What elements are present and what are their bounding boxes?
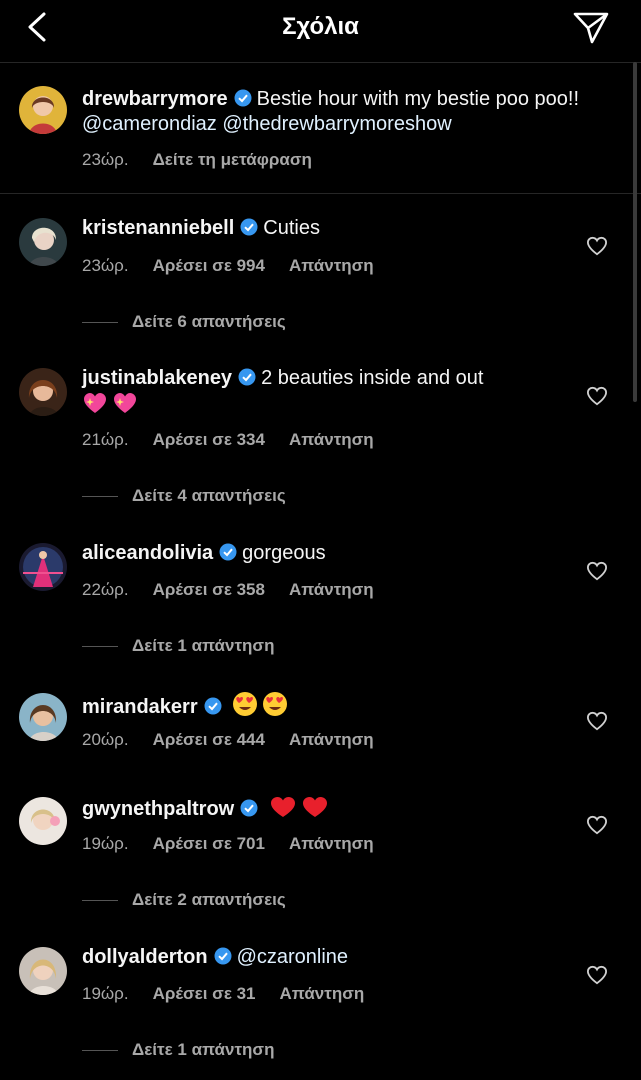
replies-divider	[82, 1050, 118, 1052]
avatar-dollyalderton[interactable]	[19, 947, 67, 995]
verified-badge-icon	[234, 89, 252, 107]
view-replies-label: Δείτε 4 απαντήσεις	[132, 486, 286, 505]
heart-outline-icon[interactable]	[586, 711, 608, 731]
comment-username[interactable]: aliceandolivia	[82, 542, 213, 564]
red-heart-emoji-icon	[302, 797, 327, 817]
comment-text: justinablakeney 2 beauties inside and out	[82, 366, 582, 418]
timestamp: 20ώρ.	[82, 730, 129, 749]
caption-text: drewbarrymore Bestie hour with my bestie …	[82, 87, 582, 137]
verified-badge-icon	[204, 697, 222, 715]
view-replies-button[interactable]: Δείτε 4 απαντήσεις	[82, 486, 286, 506]
view-replies-button[interactable]: Δείτε 1 απάντηση	[82, 636, 274, 656]
comment-text: kristenanniebell Cuties	[82, 216, 582, 241]
heart-outline-icon[interactable]	[586, 386, 608, 406]
comment-body: Cuties	[263, 217, 320, 239]
comment-meta: 19ώρ. Αρέσει σε 31 Απάντηση	[82, 984, 388, 1004]
comment-meta: 22ώρ. Αρέσει σε 358 Απάντηση	[82, 580, 398, 600]
replies-divider	[82, 322, 118, 324]
avatar-aliceandolivia[interactable]	[19, 543, 67, 591]
likes-count-button[interactable]: Αρέσει σε 444	[153, 730, 265, 749]
view-replies-label: Δείτε 2 απαντήσεις	[132, 890, 286, 909]
reply-button[interactable]: Απάντηση	[289, 834, 374, 853]
avatar-justinablakeney[interactable]	[19, 368, 67, 416]
caption-body: Bestie hour with my bestie poo poo!!	[256, 88, 580, 110]
scrollbar[interactable]	[633, 62, 637, 402]
verified-badge-icon	[240, 218, 258, 236]
page-title: Σχόλια	[282, 13, 359, 40]
comment-meta: 20ώρ. Αρέσει σε 444 Απάντηση	[82, 730, 398, 750]
comment-meta: 19ώρ. Αρέσει σε 701 Απάντηση	[82, 834, 398, 854]
post-caption: drewbarrymore Bestie hour with my bestie …	[0, 63, 641, 194]
view-replies-button[interactable]: Δείτε 2 απαντήσεις	[82, 890, 286, 910]
header-bar: Σχόλια	[0, 0, 641, 63]
caption-meta: 23ώρ. Δείτε τη μετάφραση	[82, 150, 336, 170]
likes-count-button[interactable]: Αρέσει σε 994	[153, 256, 265, 275]
timestamp: 23ώρ.	[82, 256, 129, 275]
timestamp: 22ώρ.	[82, 580, 129, 599]
view-replies-button[interactable]: Δείτε 1 απάντηση	[82, 1040, 274, 1060]
sparkling-heart-icon	[114, 393, 136, 413]
reply-button[interactable]: Απάντηση	[289, 430, 374, 449]
reply-button[interactable]: Απάντηση	[289, 256, 374, 275]
verified-badge-icon	[219, 543, 237, 561]
timestamp: 19ώρ.	[82, 834, 129, 853]
comment-text: aliceandolivia gorgeous	[82, 541, 582, 566]
red-heart-emoji-icon	[270, 797, 295, 817]
comment-text: dollyalderton @czaronline	[82, 945, 582, 970]
heart-outline-icon[interactable]	[586, 561, 608, 581]
mention-link[interactable]: @thedrewbarrymoreshow	[222, 113, 451, 135]
verified-badge-icon	[238, 368, 256, 386]
view-replies-label: Δείτε 1 απάντηση	[132, 636, 275, 655]
view-replies-label: Δείτε 1 απάντηση	[132, 1040, 275, 1059]
heart-outline-icon[interactable]	[586, 815, 608, 835]
heart-outline-icon[interactable]	[586, 965, 608, 985]
timestamp: 21ώρ.	[82, 430, 129, 449]
reply-button[interactable]: Απάντηση	[289, 730, 374, 749]
comment-body: 2 beauties inside and out	[261, 367, 484, 389]
comment-username[interactable]: justinablakeney	[82, 367, 232, 389]
verified-badge-icon	[240, 799, 258, 817]
replies-divider	[82, 900, 118, 902]
comment-username[interactable]: kristenanniebell	[82, 217, 234, 239]
likes-count-button[interactable]: Αρέσει σε 701	[153, 834, 265, 853]
verified-badge-icon	[214, 947, 232, 965]
heart-eyes-emoji-icon	[263, 692, 288, 716]
avatar-kristenanniebell[interactable]	[19, 218, 67, 266]
replies-divider	[82, 646, 118, 648]
sparkling-heart-icon	[84, 393, 106, 413]
timestamp: 19ώρ.	[82, 984, 129, 1003]
likes-count-button[interactable]: Αρέσει σε 358	[153, 580, 265, 599]
avatar-gwynethpaltrow[interactable]	[19, 797, 67, 845]
comment-meta: 21ώρ. Αρέσει σε 334 Απάντηση	[82, 430, 398, 450]
comment-username[interactable]: mirandakerr	[82, 696, 198, 718]
likes-count-button[interactable]: Αρέσει σε 31	[153, 984, 256, 1003]
mention-link[interactable]: @camerondiaz	[82, 113, 217, 135]
mention-link[interactable]: @czaronline	[237, 946, 348, 968]
view-replies-button[interactable]: Δείτε 6 απαντήσεις	[82, 312, 286, 332]
comment-meta: 23ώρ. Αρέσει σε 994 Απάντηση	[82, 256, 398, 276]
replies-divider	[82, 496, 118, 498]
comment-text: mirandakerr	[82, 691, 582, 720]
comment-text: gwynethpaltrow	[82, 795, 582, 822]
see-translation-button[interactable]: Δείτε τη μετάφραση	[153, 150, 312, 169]
paper-plane-icon[interactable]	[572, 11, 610, 45]
timestamp: 23ώρ.	[82, 150, 129, 169]
view-replies-label: Δείτε 6 απαντήσεις	[132, 312, 286, 331]
comment-username[interactable]: gwynethpaltrow	[82, 798, 234, 820]
avatar-mirandakerr[interactable]	[19, 693, 67, 741]
reply-button[interactable]: Απάντηση	[280, 984, 365, 1003]
heart-eyes-emoji-icon	[233, 692, 258, 716]
comment-body: gorgeous	[242, 542, 326, 564]
avatar-drewbarrymore[interactable]	[19, 86, 67, 134]
caption-username[interactable]: drewbarrymore	[82, 88, 228, 110]
likes-count-button[interactable]: Αρέσει σε 334	[153, 430, 265, 449]
comment-username[interactable]: dollyalderton	[82, 946, 208, 968]
reply-button[interactable]: Απάντηση	[289, 580, 374, 599]
heart-outline-icon[interactable]	[586, 236, 608, 256]
